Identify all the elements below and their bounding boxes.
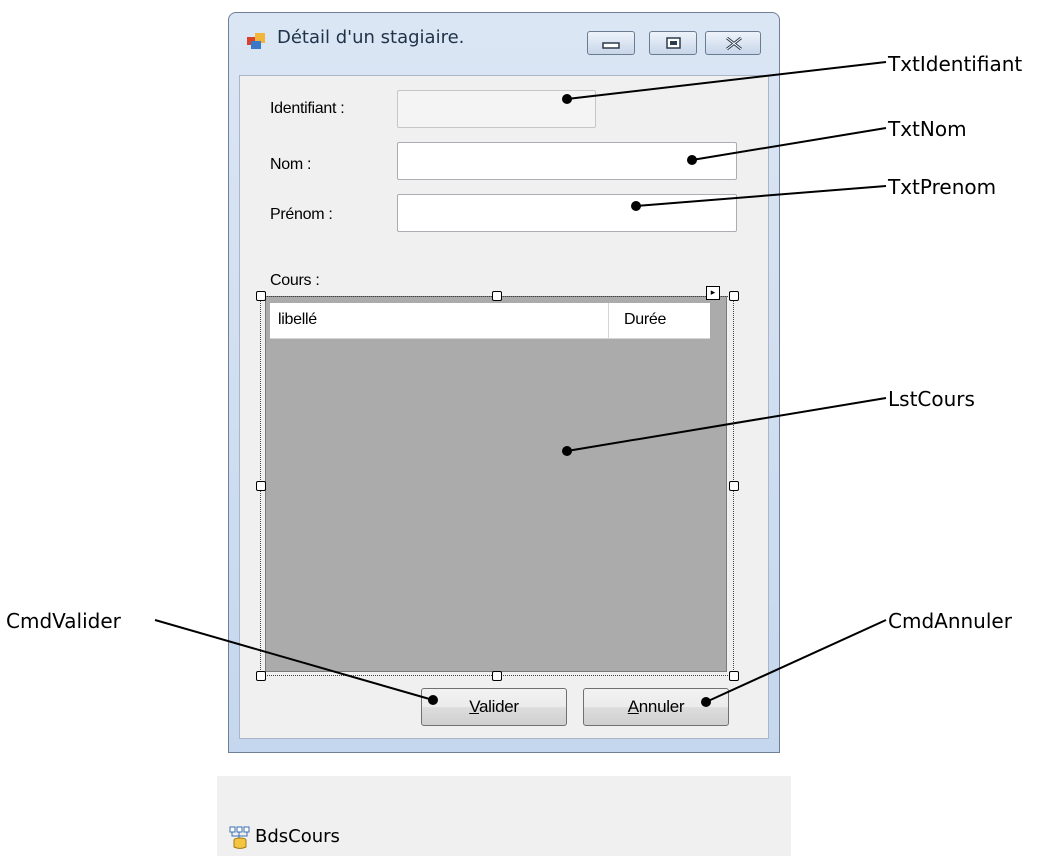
component-tray: BdsCours — [217, 776, 791, 856]
bindingsource-icon — [229, 826, 250, 849]
annotation-lst-cours: LstCours — [888, 387, 975, 411]
annotation-txt-prenom: TxtPrenom — [888, 175, 997, 199]
annotation-cmd-annuler: CmdAnnuler — [888, 609, 1012, 633]
annotation-txt-identifiant: TxtIdentifiant — [888, 52, 1023, 76]
bindingsource-label: BdsCours — [255, 826, 340, 847]
annotation-txt-nom: TxtNom — [888, 117, 967, 141]
annotation-cmd-valider: CmdValider — [6, 609, 121, 633]
